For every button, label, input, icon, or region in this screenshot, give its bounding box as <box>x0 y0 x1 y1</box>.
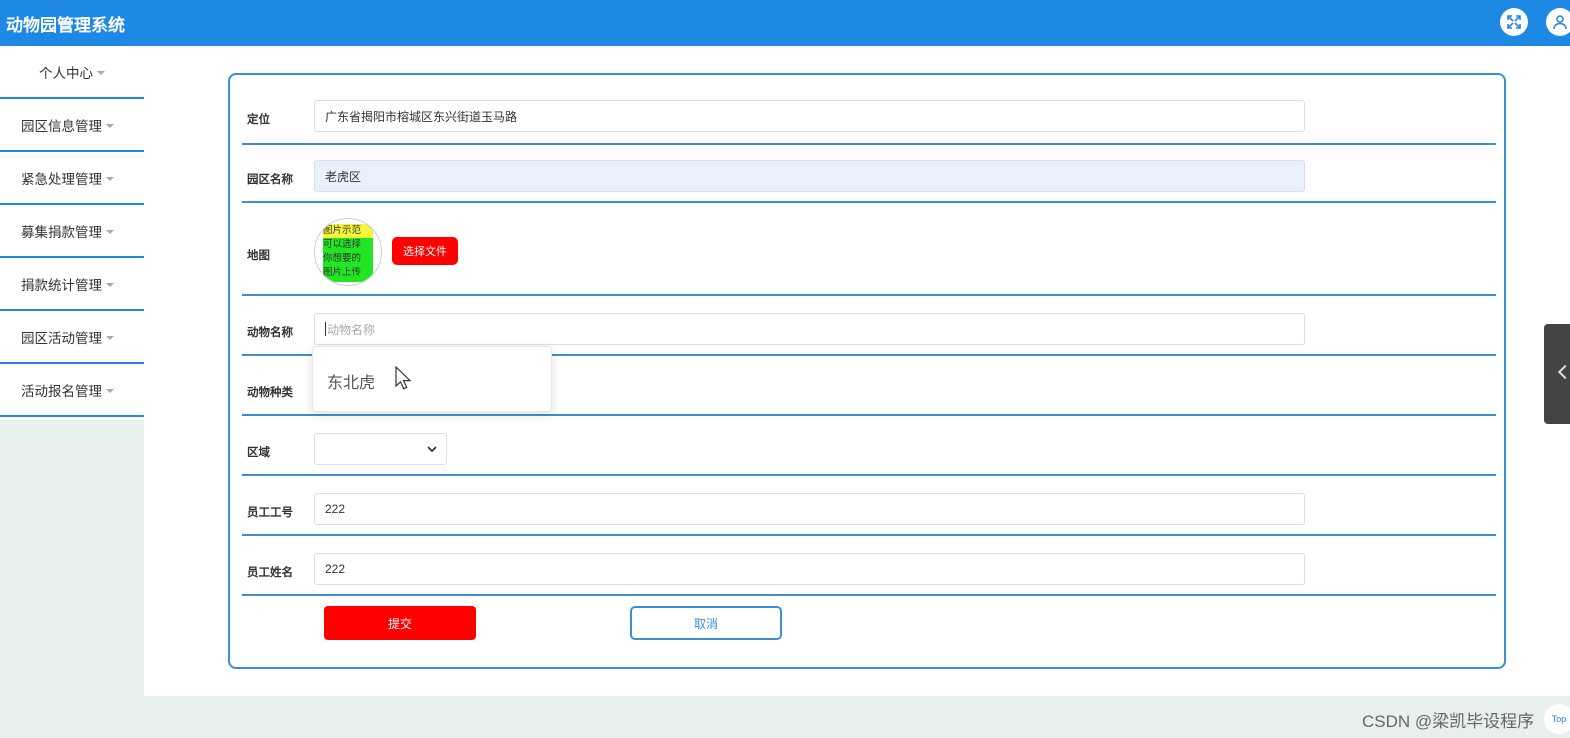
map-image-preview[interactable]: 图片示范 可以选择 你想要的 图片上传 <box>314 218 382 286</box>
sidebar-item-label: 园区信息管理 <box>21 118 102 134</box>
animal-type-label: 动物种类 <box>247 387 293 399</box>
staff-name-input[interactable]: 222 <box>314 553 1305 585</box>
fullscreen-icon <box>1507 15 1521 29</box>
sidebar-item-label: 紧急处理管理 <box>21 171 102 187</box>
sidebar-item-label: 捐款统计管理 <box>21 277 102 293</box>
form-row-location: 定位 广东省揭阳市榕城区东兴街道玉马路 <box>242 75 1496 145</box>
submit-button[interactable]: 提交 <box>324 606 476 640</box>
cancel-button[interactable]: 取消 <box>630 606 782 640</box>
location-label: 定位 <box>247 114 270 126</box>
user-icon <box>1553 15 1567 30</box>
form-row-area: 区域 <box>242 416 1496 476</box>
sidebar-item-zone-info[interactable]: 园区信息管理 <box>0 99 144 152</box>
animal-name-label: 动物名称 <box>247 327 293 339</box>
location-input[interactable]: 广东省揭阳市榕城区东兴街道玉马路 <box>314 100 1305 132</box>
form-row-map: 地图 图片示范 可以选择 你想要的 图片上传 选择文件 <box>242 203 1496 296</box>
area-label: 区域 <box>247 447 270 459</box>
sidebar-item-zone-activity[interactable]: 园区活动管理 <box>0 311 144 364</box>
animal-name-input[interactable]: 动物名称 <box>314 313 1305 345</box>
sidebar-item-emergency[interactable]: 紧急处理管理 <box>0 152 144 205</box>
sidebar-item-personal-center[interactable]: 个人中心 <box>0 46 144 99</box>
sidebar-item-label: 活动报名管理 <box>21 383 102 399</box>
caret-down-icon <box>106 282 114 287</box>
sidebar: 个人中心 园区信息管理 紧急处理管理 募集捐款管理 捐款统计管理 园区活动管理 … <box>0 46 144 420</box>
form-row-staff-id: 员工工号 222 <box>242 476 1496 536</box>
app-title: 动物园管理系统 <box>6 16 125 35</box>
sidebar-item-activity-signup[interactable]: 活动报名管理 <box>0 364 144 417</box>
chevron-left-icon <box>1557 364 1570 380</box>
form-row-zone-name: 园区名称 老虎区 <box>242 145 1496 203</box>
map-label: 地图 <box>247 250 270 262</box>
mouse-pointer-icon <box>395 366 412 390</box>
caret-down-icon <box>106 335 114 340</box>
caret-down-icon <box>97 70 105 75</box>
zone-name-label: 园区名称 <box>247 174 293 186</box>
form-row-staff-name: 员工姓名 222 <box>242 536 1496 596</box>
autocomplete-option[interactable]: 东北虎 <box>327 369 375 393</box>
zone-name-input[interactable]: 老虎区 <box>314 160 1305 192</box>
fullscreen-button[interactable] <box>1500 8 1528 36</box>
text-cursor <box>325 322 326 336</box>
staff-id-input[interactable]: 222 <box>314 493 1305 525</box>
sidebar-item-label: 园区活动管理 <box>21 330 102 346</box>
chevron-down-icon <box>427 446 437 453</box>
caret-down-icon <box>106 229 114 234</box>
area-select[interactable] <box>314 433 447 465</box>
back-to-top-button[interactable]: Top <box>1544 704 1570 734</box>
sample-image: 图片示范 可以选择 你想要的 图片上传 <box>323 224 373 282</box>
sidebar-item-label: 募集捐款管理 <box>21 224 102 240</box>
caret-down-icon <box>106 123 114 128</box>
side-panel-toggle[interactable] <box>1544 324 1570 424</box>
sidebar-item-fundraising[interactable]: 募集捐款管理 <box>0 205 144 258</box>
caret-down-icon <box>106 388 114 393</box>
staff-id-label: 员工工号 <box>247 507 293 519</box>
top-header: 动物园管理系统 <box>0 0 1570 46</box>
sidebar-item-donation-stats[interactable]: 捐款统计管理 <box>0 258 144 311</box>
animal-name-placeholder: 动物名称 <box>327 322 376 337</box>
staff-name-label: 员工姓名 <box>247 567 293 579</box>
sidebar-item-label: 个人中心 <box>39 65 93 81</box>
user-button[interactable] <box>1546 8 1570 36</box>
autocomplete-dropdown: 东北虎 <box>312 346 552 412</box>
caret-down-icon <box>106 176 114 181</box>
choose-file-button[interactable]: 选择文件 <box>392 237 458 265</box>
watermark: CSDN @梁凯毕设程序 <box>1362 712 1535 731</box>
